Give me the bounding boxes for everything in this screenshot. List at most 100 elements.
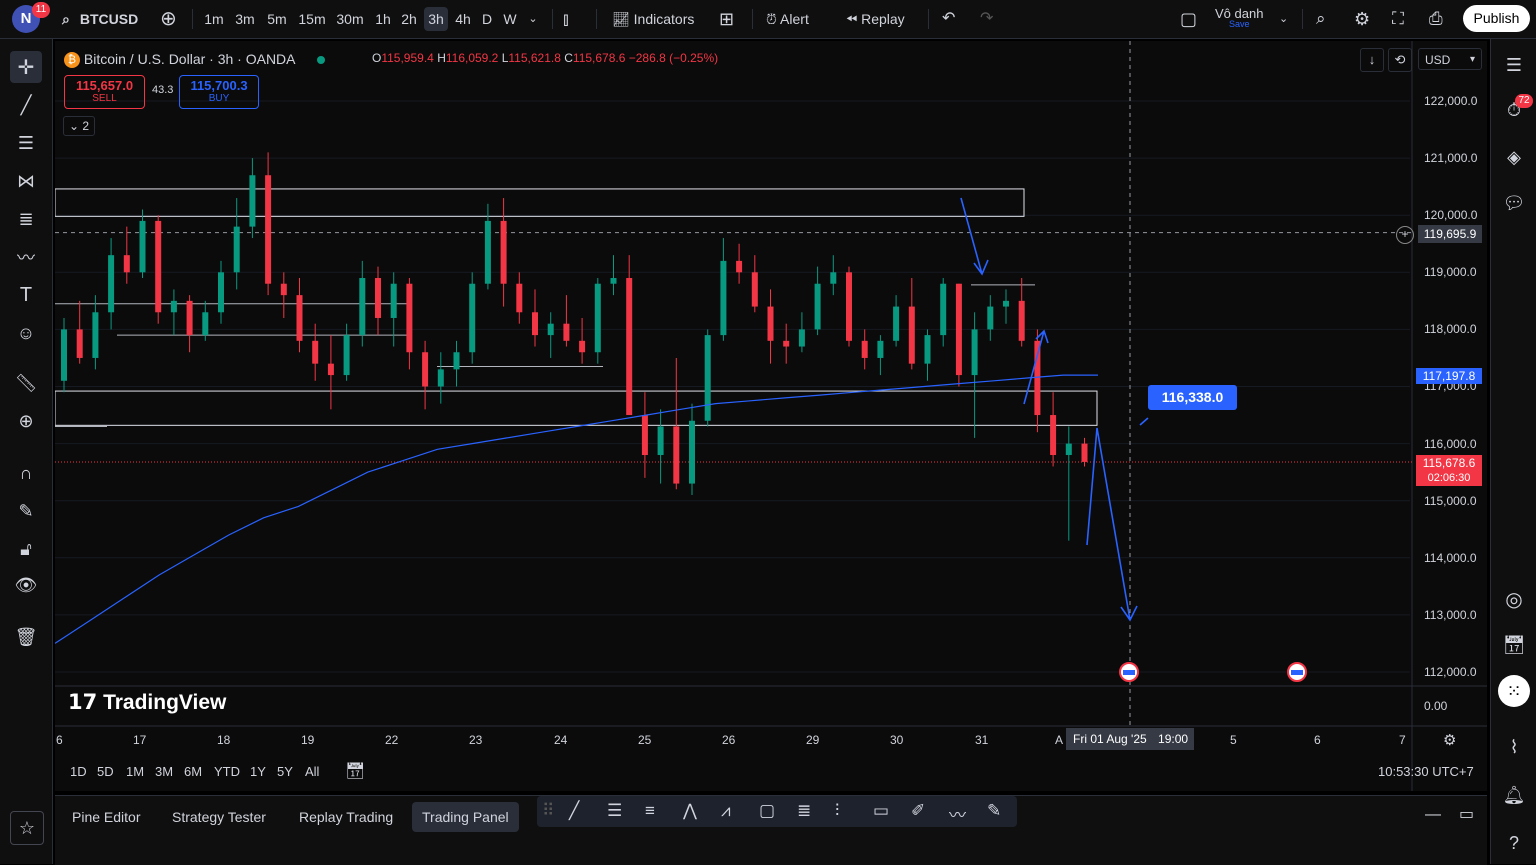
trendline-icon[interactable]: ╱: [10, 89, 42, 121]
fib-lines-icon[interactable]: ☰: [10, 127, 42, 159]
goto-date-calendar-icon[interactable]: 📅︎: [345, 761, 365, 781]
pitchfork-icon[interactable]: ⩘: [721, 801, 731, 821]
text-tool-icon[interactable]: T: [10, 279, 42, 311]
pen-icon[interactable]: ✐: [911, 801, 925, 821]
candle-body: [469, 283, 476, 353]
replay-button[interactable]: ⏪︎ Replay: [846, 0, 905, 38]
tf-4h[interactable]: 4h: [452, 7, 474, 31]
tf-15m[interactable]: 15m: [296, 7, 328, 31]
path-icon[interactable]: 〰: [949, 801, 966, 826]
tf-3h[interactable]: 3h: [424, 7, 448, 31]
emoji-icon[interactable]: ☺: [10, 317, 42, 349]
buy-button[interactable]: 115,700.3 BUY: [179, 75, 259, 109]
undo-icon[interactable]: ↶: [942, 0, 955, 38]
fullscreen-icon[interactable]: ⛶: [1392, 0, 1404, 38]
rss-icon[interactable]: ⌇: [1498, 731, 1530, 763]
layout-square-icon[interactable]: ▢: [1180, 0, 1197, 38]
range-1d[interactable]: 1D: [70, 764, 87, 779]
tf-2h[interactable]: 2h: [398, 7, 420, 31]
indicators-collapse-toggle[interactable]: ⌄ 2: [63, 116, 95, 136]
compare-add-icon[interactable]: ⊕: [160, 0, 177, 38]
session-clock[interactable]: 10:53:30 UTC+7: [1378, 764, 1474, 779]
drag-handle-icon[interactable]: ⠿: [542, 801, 554, 821]
tf-d[interactable]: D: [478, 7, 496, 31]
range-all[interactable]: All: [305, 764, 319, 779]
tf-30m[interactable]: 30m: [334, 7, 366, 31]
symbol-search[interactable]: ⌕ BTCUSD: [62, 0, 138, 38]
maximize-panel-icon[interactable]: ▭: [1459, 804, 1474, 824]
chat-icon[interactable]: 💬︎: [1498, 187, 1530, 219]
tab-trading-panel[interactable]: Trading Panel: [412, 802, 519, 832]
magnet-icon[interactable]: ∩: [10, 457, 42, 489]
price-chart[interactable]: [55, 41, 1487, 791]
fib-tool-icon[interactable]: ≡: [645, 801, 655, 821]
trash-icon[interactable]: 🗑︎: [10, 621, 42, 653]
line-tool-icon[interactable]: ╱: [569, 801, 579, 821]
visibility-eye-icon[interactable]: 👁︎: [10, 569, 42, 601]
range-3m[interactable]: 3M: [155, 764, 173, 779]
zoom-in-icon[interactable]: ⊕: [10, 405, 42, 437]
time-tick: 6: [56, 733, 63, 747]
redo-icon[interactable]: ↷: [980, 0, 993, 38]
tf-5m[interactable]: 5m: [264, 7, 290, 31]
apps-grid-icon[interactable]: ⁙: [1498, 675, 1530, 707]
callout-icon[interactable]: ▭: [873, 801, 889, 821]
tf-1m[interactable]: 1m: [202, 7, 226, 31]
crosshair-add-icon[interactable]: +: [1396, 226, 1414, 244]
lock-icon[interactable]: 🔓︎: [10, 533, 42, 565]
notifications-bell-icon[interactable]: 🔔︎: [1498, 779, 1530, 811]
templates-grid-icon[interactable]: ⊞: [719, 0, 734, 38]
publish-button[interactable]: Publish: [1463, 5, 1530, 32]
us-flag-event-icon: [1291, 670, 1303, 675]
range-6m[interactable]: 6M: [184, 764, 202, 779]
layout-chevron-down-icon[interactable]: ⌄: [1279, 0, 1288, 38]
candle-body: [704, 335, 711, 421]
tf-1h[interactable]: 1h: [372, 7, 394, 31]
crosshair-icon[interactable]: ✛: [10, 51, 42, 83]
axis-settings-gear-icon[interactable]: ⚙︎: [1443, 731, 1456, 749]
reset-chart-icon[interactable]: ⟲: [1388, 48, 1412, 72]
brush-icon[interactable]: 〰: [10, 241, 42, 273]
indicators-button[interactable]: 📈︎ Indicators: [612, 0, 694, 38]
rectangle-icon[interactable]: ▢: [759, 801, 775, 821]
range-ytd[interactable]: YTD: [214, 764, 240, 779]
settings-gear-icon[interactable]: ⚙︎: [1354, 0, 1370, 38]
gann-icon[interactable]: ≣: [797, 801, 811, 821]
calendar-icon[interactable]: 📅︎: [1498, 629, 1530, 661]
alert-button[interactable]: ⏰︎ Alert: [766, 0, 809, 38]
range-5y[interactable]: 5Y: [277, 764, 293, 779]
ruler-icon[interactable]: 📏︎: [10, 367, 42, 399]
tab-replay-trading[interactable]: Replay Trading: [299, 802, 393, 832]
currency-select[interactable]: USD ▾: [1418, 48, 1482, 70]
range-1y[interactable]: 1Y: [250, 764, 266, 779]
tf-3m[interactable]: 3m: [232, 7, 258, 31]
favorites-star-icon[interactable]: ☆: [10, 811, 44, 845]
tf-w[interactable]: W: [500, 7, 520, 31]
parallel-channel-icon[interactable]: ☰: [607, 801, 622, 821]
pattern-icon[interactable]: ⋈: [10, 165, 42, 197]
quick-search-icon[interactable]: ⌕: [1316, 0, 1326, 38]
layout-name[interactable]: Vô danh Save: [1215, 6, 1263, 29]
draw-mode-icon[interactable]: ✎: [10, 495, 42, 527]
sell-button[interactable]: 115,657.0 SELL: [64, 75, 145, 109]
target-icon[interactable]: ◎: [1498, 583, 1530, 615]
candle-type-icon[interactable]: ⫾: [563, 0, 569, 38]
brush-tool-icon[interactable]: ✎: [987, 801, 1001, 821]
symbol-legend[interactable]: ₿ Bitcoin / U.S. Dollar · 3h · OANDA: [64, 49, 325, 69]
minimize-panel-icon[interactable]: —: [1425, 806, 1441, 824]
camera-icon[interactable]: ⎙: [1429, 0, 1443, 38]
tab-pine-editor[interactable]: Pine Editor: [72, 802, 140, 832]
long-position-icon[interactable]: ⫶: [835, 801, 839, 821]
layers-icon[interactable]: ◈: [1498, 141, 1530, 173]
timeframe-dropdown-chevron-icon[interactable]: ⌄: [524, 7, 542, 31]
forecast-icon[interactable]: ≣: [10, 203, 42, 235]
xabcd-icon[interactable]: ⋀: [683, 801, 697, 821]
annotation-price-label[interactable]: 116,338.0: [1148, 385, 1237, 410]
chart-pane[interactable]: [55, 41, 1487, 791]
watchlist-icon[interactable]: ☰: [1498, 49, 1530, 81]
range-1m[interactable]: 1M: [126, 764, 144, 779]
range-5d[interactable]: 5D: [97, 764, 114, 779]
scroll-down-arrow-icon[interactable]: ↓: [1360, 48, 1384, 72]
help-icon[interactable]: ?: [1498, 827, 1530, 859]
tab-strategy-tester[interactable]: Strategy Tester: [172, 802, 266, 832]
